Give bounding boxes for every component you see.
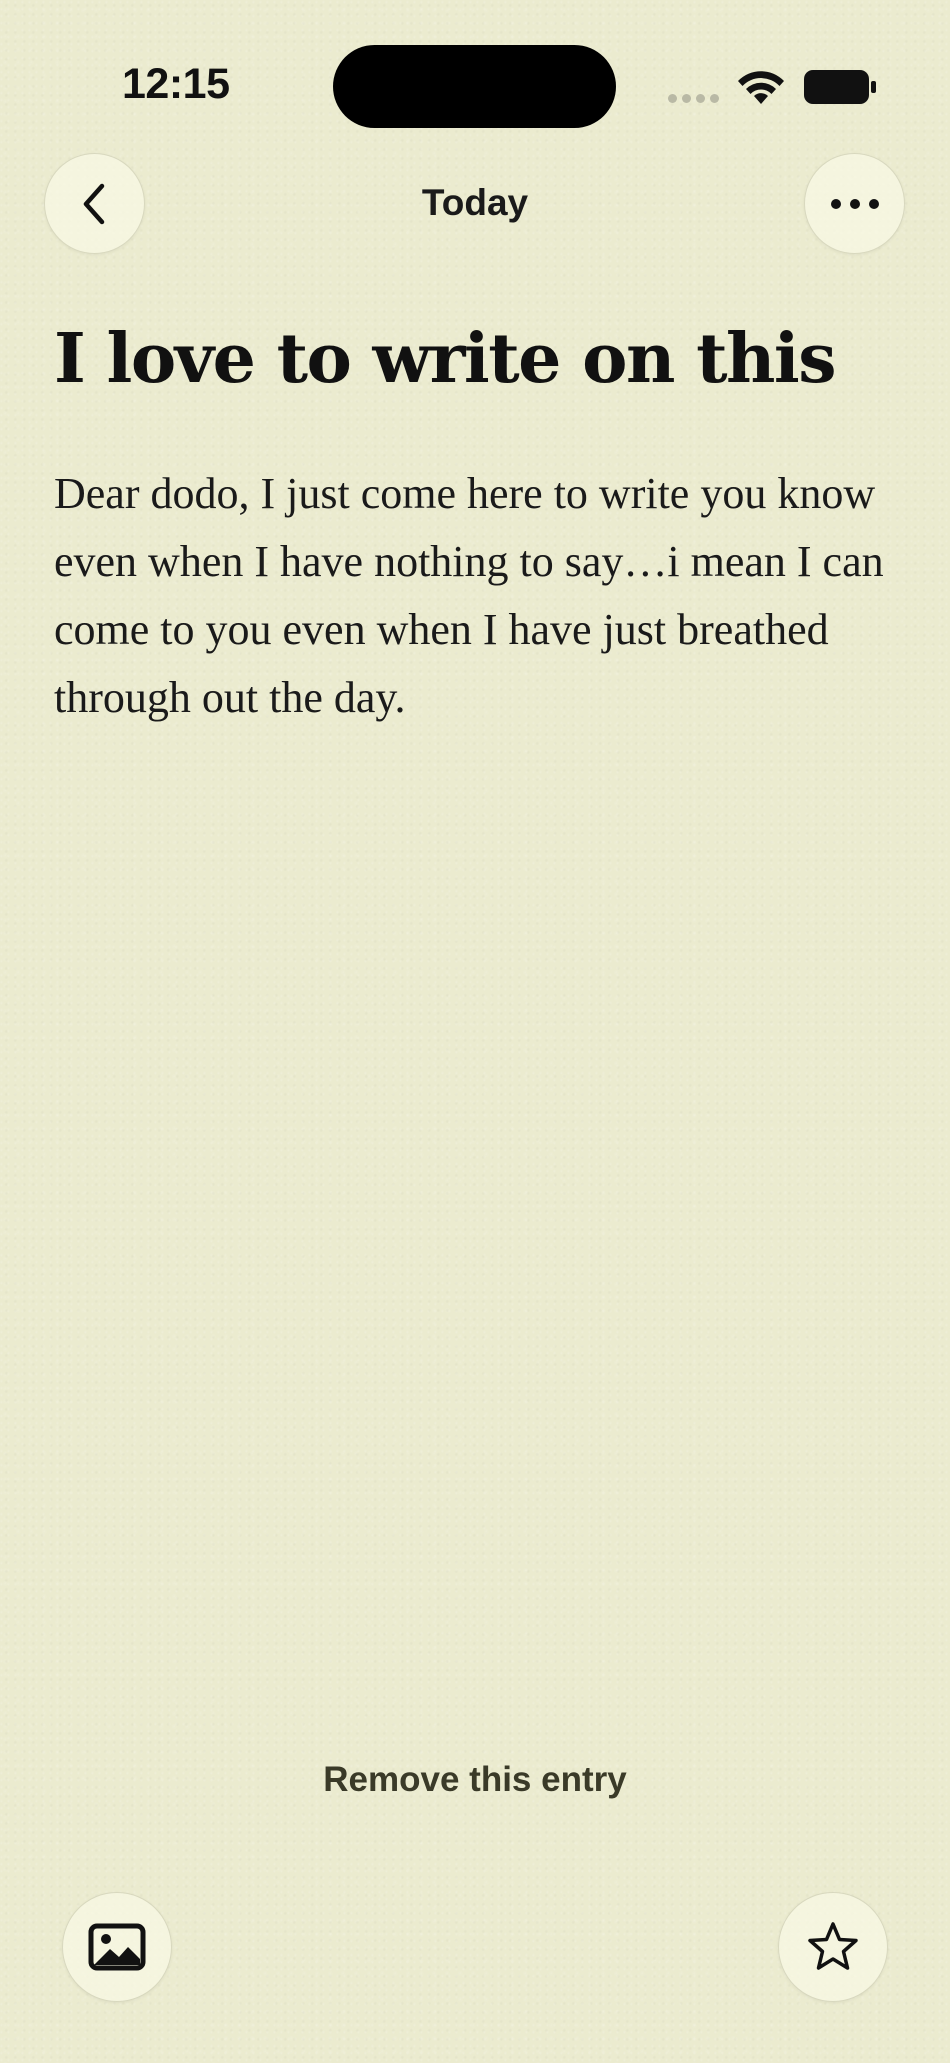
status-time: 12:15 (122, 60, 230, 108)
entry-title[interactable]: I love to write on this (54, 320, 914, 398)
remove-entry-button[interactable]: Remove this entry (0, 1760, 950, 1800)
cellular-signal-icon (668, 94, 719, 103)
dynamic-island (333, 45, 616, 128)
favorite-button[interactable] (778, 1892, 888, 2002)
more-options-button[interactable] (804, 153, 905, 254)
add-photo-button[interactable] (62, 1892, 172, 2002)
star-icon (808, 1922, 858, 1970)
photo-icon (88, 1923, 146, 1971)
battery-icon (804, 70, 876, 104)
wifi-icon (738, 71, 784, 104)
ellipsis-icon (830, 198, 879, 209)
entry-body[interactable]: Dear dodo, I just come here to write you… (54, 460, 904, 732)
